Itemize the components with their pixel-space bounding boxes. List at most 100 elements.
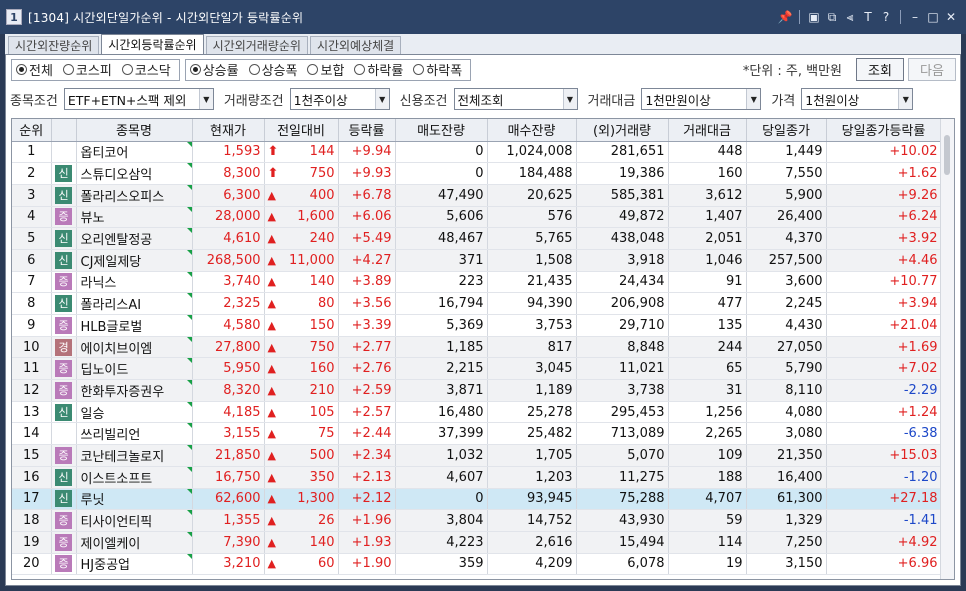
table-row[interactable]: 4 증 뷰노 28,000 ▲ 1,600 +6.06 5,606 576 49,872 1,407… [12,206,942,229]
cell-volume: 75,288 [576,488,669,511]
cell-name[interactable]: 스튜디오삼익 [76,162,193,185]
minimize-icon[interactable]: – [908,9,922,25]
radio-market-kosdaq[interactable]: 코스닥 [121,60,171,79]
table-row[interactable]: 3 신 폴라리스오피스 6,300 ▲ 400 +6.78 47,490 20,625 585,3… [12,184,942,207]
tab-afterhours-expected[interactable]: 시간외예상체결 [309,36,402,54]
stock-name: 에이치브이엠 [80,341,153,357]
col-amount[interactable]: 거래대금 [668,119,747,142]
cell-name[interactable]: 폴라리스오피스 [76,184,193,207]
vertical-scrollbar[interactable] [940,119,954,579]
table-row[interactable]: 20 증 HJ중공업 3,210 ▲ 60 +1.90 359 4,209 6,078 19 3,15… [12,553,942,576]
maximize-icon[interactable]: □ [926,9,940,25]
tab-afterhours-balance[interactable]: 시간외잔량순위 [8,36,100,54]
chevron-down-icon[interactable]: ▼ [898,89,913,109]
cell-name[interactable]: CJ제일제당 [76,249,193,272]
table-row[interactable]: 6 신 CJ제일제당 268,500 ▲ 11,000 +4.27 371 1,508 3,918… [12,249,942,272]
app-icon[interactable]: 1 [6,9,22,25]
cell-name[interactable]: 뷰노 [76,206,193,229]
table-row[interactable]: 11 증 딥노이드 5,950 ▲ 160 +2.76 2,215 3,045 11,021 65 5… [12,357,942,381]
cell-name[interactable]: 한화투자증권우 [76,379,193,402]
volume-condition-select[interactable]: 1천주이상 ▼ [289,88,390,110]
pin-icon[interactable]: 📌 [778,9,793,25]
window-icon[interactable]: ▣ [807,9,821,25]
font-icon[interactable]: T [861,9,875,25]
cell-name[interactable]: 쓰리빌리언 [76,422,193,446]
cell-name[interactable]: 오리엔탈정공 [76,227,193,250]
stock-name: 한화투자증권우 [80,384,165,400]
col-bid[interactable]: 매수잔량 [487,119,577,142]
radio-change-fall-rate[interactable]: 하락률 [354,60,403,79]
radio-market-all[interactable]: 전체 [16,60,53,79]
radio-market-kospi[interactable]: 코스피 [62,60,112,79]
help-icon[interactable]: ? [879,9,893,25]
cell-rank: 17 [12,488,52,511]
tab-afterhours-change-rate[interactable]: 시간외등락률순위 [101,34,204,54]
col-rank[interactable]: 순위 [12,119,52,142]
price-condition-select[interactable]: 1천원이상 ▼ [801,88,914,110]
cell-name[interactable]: 라닉스 [76,271,193,294]
cell-rank: 5 [12,227,52,250]
cell-amount: 114 [668,531,747,554]
table-row[interactable]: 5 신 오리엔탈정공 4,610 ▲ 240 +5.49 48,467 5,765 438,048… [12,227,942,250]
table-row[interactable]: 1 옵티코어 1,593 ⬆ 144 +9.94 0 1,024,008 281,651 448 1… [12,141,942,164]
cell-name[interactable]: HLB글로벌 [76,314,193,337]
cell-close-rate: +7.02 [826,357,942,381]
chevron-down-icon[interactable]: ▼ [746,89,761,109]
table-row[interactable]: 13 신 일승 4,185 ▲ 105 +2.57 16,480 25,278 295,453 1,… [12,401,942,424]
col-diff[interactable]: 전일대비 [264,119,339,142]
cell-name[interactable]: 루닛 [76,488,193,511]
credit-condition-select[interactable]: 전체조회 ▼ [453,88,578,110]
radio-change-fall-amount[interactable]: 하락폭 [413,60,462,79]
scrollbar-thumb[interactable] [944,135,950,175]
table-row[interactable]: 9 증 HLB글로벌 4,580 ▲ 150 +3.39 5,369 3,753 29,710 13… [12,314,942,337]
stock-name: 폴라리스AI [80,298,142,314]
chevron-down-icon[interactable]: ▼ [374,89,389,109]
cell-volume: 585,381 [576,184,669,207]
col-close-rate[interactable]: 당일종가등락률 [826,119,942,142]
col-name[interactable]: 종목명 [76,119,193,142]
restore-icon[interactable]: ⧉ [825,9,839,25]
table-row[interactable]: 16 신 이스트소프트 16,750 ▲ 350 +2.13 4,607 1,203 11,275… [12,466,942,489]
radio-change-rise-amount[interactable]: 상승폭 [248,60,297,79]
cell-name[interactable]: 티사이언티픽 [76,509,193,532]
table-row[interactable]: 15 증 코난테크놀로지 21,850 ▲ 500 +2.34 1,032 1,705 5,070… [12,444,942,467]
close-icon[interactable]: ✕ [944,9,958,25]
stock-condition-select[interactable]: ETF+ETN+스팩 제외 ▼ [63,88,214,110]
cell-name[interactable]: 이스트소프트 [76,466,193,489]
cell-close-rate: -1.20 [826,466,942,489]
cell-name[interactable]: 폴라리스AI [76,292,193,315]
cell-price: 28,000 [192,206,265,229]
radio-change-flat[interactable]: 보합 [307,60,344,79]
cell-rank: 19 [12,531,52,554]
col-price[interactable]: 현재가 [192,119,265,142]
refresh-icon[interactable]: ⫷ [843,9,857,25]
cell-name[interactable]: 제이엘케이 [76,531,193,554]
col-ask[interactable]: 매도잔량 [395,119,488,142]
chevron-down-icon[interactable]: ▼ [198,89,213,109]
table-row[interactable]: 17 신 루닛 62,600 ▲ 1,300 +2.12 0 93,945 75,288 4,707… [12,488,942,511]
table-row[interactable]: 18 증 티사이언티픽 1,355 ▲ 26 +1.96 3,804 14,752 43,930 5… [12,509,942,532]
cell-name[interactable]: HJ중공업 [76,553,193,576]
col-badge[interactable] [51,119,77,142]
table-row[interactable]: 7 증 라닉스 3,740 ▲ 140 +3.89 223 21,435 24,434 91 3,60… [12,271,942,294]
cell-name[interactable]: 에이치브이엠 [76,336,193,359]
table-row[interactable]: 8 신 폴라리스AI 2,325 ▲ 80 +3.56 16,794 94,390 206,908… [12,292,942,315]
table-row[interactable]: 19 증 제이엘케이 7,390 ▲ 140 +1.93 4,223 2,616 15,494 11… [12,531,942,554]
cell-name[interactable]: 딥노이드 [76,357,193,381]
tab-afterhours-volume[interactable]: 시간외거래량순위 [205,36,308,54]
table-row[interactable]: 2 신 스튜디오삼익 8,300 ⬆ 750 +9.93 0 184,488 19,386 160 7… [12,162,942,185]
col-close[interactable]: 당일종가 [746,119,827,142]
table-row[interactable]: 12 증 한화투자증권우 8,320 ▲ 210 +2.59 3,871 1,189 3,738 3… [12,379,942,402]
cell-name[interactable]: 일승 [76,401,193,424]
trade-amount-select[interactable]: 1천만원이상 ▼ [641,88,762,110]
col-rate[interactable]: 등락률 [338,119,396,142]
query-button[interactable]: 조회 [856,58,904,81]
cell-name[interactable]: 코난테크놀로지 [76,444,193,467]
table-row[interactable]: 10 경 에이치브이엠 27,800 ▲ 750 +2.77 1,185 817 8,848 244… [12,336,942,359]
col-volume[interactable]: (외)거래량 [576,119,669,142]
table-row[interactable]: 14 쓰리빌리언 3,155 ▲ 75 +2.44 37,399 25,482 713,089 2… [12,422,942,446]
cell-name[interactable]: 옵티코어 [76,141,193,164]
chevron-down-icon[interactable]: ▼ [562,89,577,109]
radio-change-rise-rate[interactable]: 상승률 [189,60,239,79]
next-button[interactable]: 다음 [908,58,956,81]
